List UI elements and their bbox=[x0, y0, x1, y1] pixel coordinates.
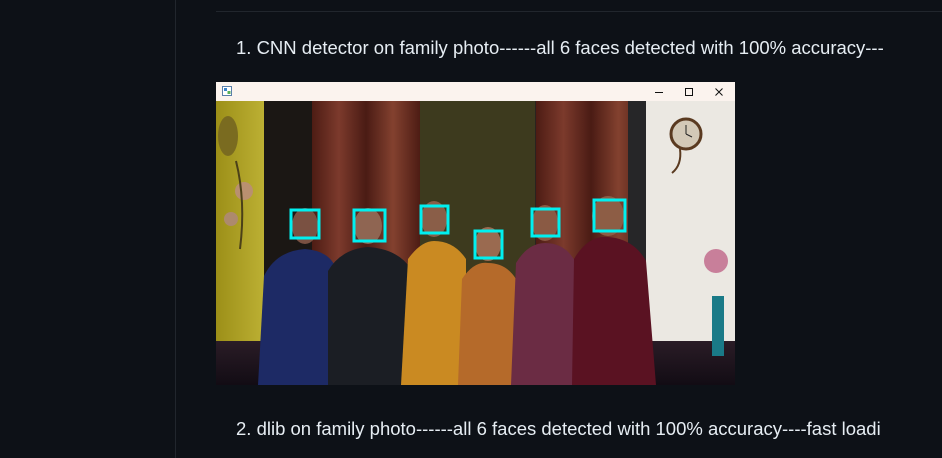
window-titlebar[interactable] bbox=[216, 82, 735, 101]
app-icon bbox=[222, 86, 232, 96]
minimize-icon bbox=[655, 91, 663, 93]
family-photo bbox=[216, 101, 735, 385]
close-button[interactable] bbox=[704, 82, 734, 101]
close-icon bbox=[715, 87, 723, 96]
maximize-icon bbox=[685, 87, 693, 96]
section-divider bbox=[216, 11, 942, 12]
list-item-cnn: 1. CNN detector on family photo------all… bbox=[236, 37, 884, 58]
sidebar-divider bbox=[175, 0, 176, 458]
minimize-button[interactable] bbox=[644, 82, 674, 101]
image-window bbox=[216, 82, 735, 385]
maximize-button[interactable] bbox=[674, 82, 704, 101]
list-item-dlib: 2. dlib on family photo------all 6 faces… bbox=[236, 418, 881, 439]
